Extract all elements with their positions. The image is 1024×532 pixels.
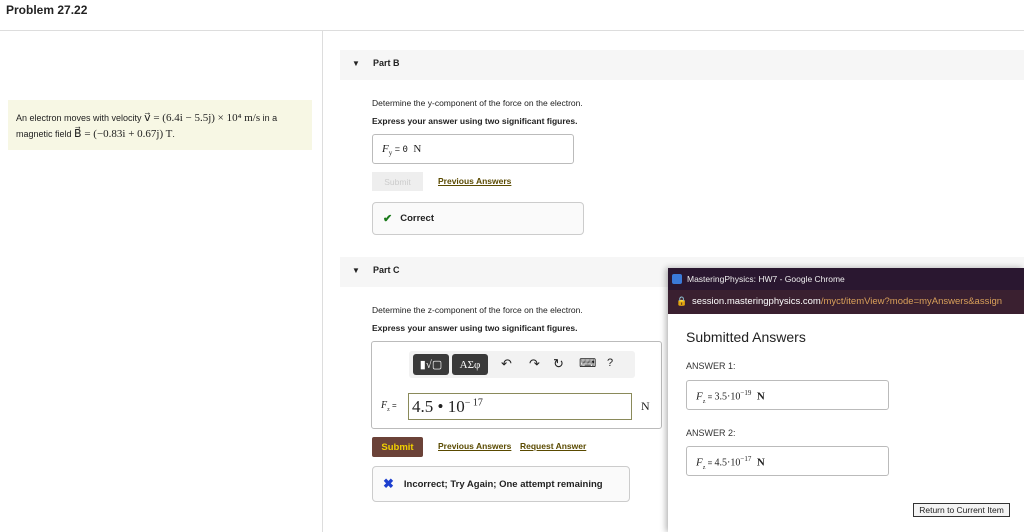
reset-icon[interactable]: ↻: [553, 356, 564, 372]
greek-symbols-button[interactable]: ΑΣφ: [452, 354, 488, 375]
part-c-label: Part C: [373, 265, 400, 275]
submitted-answers-popup: MasteringPhysics: HW7 - Google Chrome 🔒 …: [668, 268, 1024, 532]
templates-button[interactable]: ▮√▢: [413, 354, 449, 375]
url-path: /myct/itemView?mode=myAnswers&assign: [820, 296, 1003, 307]
part-c-instruction: Express your answer using two significan…: [372, 323, 578, 333]
answer-1-label: ANSWER 1:: [686, 361, 736, 371]
header-divider: [0, 30, 1024, 31]
lock-icon: 🔒: [676, 296, 688, 306]
part-b-instruction: Express your answer using two significan…: [372, 116, 578, 126]
cross-icon: ✖: [383, 476, 394, 491]
part-b-previous-answers-link[interactable]: Previous Answers: [438, 176, 511, 186]
keyboard-icon[interactable]: ⌨: [579, 356, 596, 370]
answer-value: 0: [402, 145, 408, 155]
part-c-question: Determine the z-component of the force o…: [372, 305, 583, 315]
answer-unit: N: [413, 143, 422, 155]
input-value: 4.5 • 10: [412, 397, 465, 416]
part-c-answer-input[interactable]: 4.5 • 10− 17: [408, 393, 632, 420]
popup-title-bar: MasteringPhysics: HW7 - Google Chrome: [668, 268, 1024, 290]
problem-text: in a: [260, 113, 278, 123]
url-domain: session.masteringphysics.com: [692, 296, 821, 307]
input-exponent: − 17: [464, 397, 483, 409]
answer-2-label: ANSWER 2:: [686, 428, 736, 438]
part-c-answer-area: ▮√▢ ΑΣφ ↶ ↷ ↻ ⌨ ? Fz = 4.5 • 10− 17 N: [371, 341, 662, 429]
request-answer-link[interactable]: Request Answer: [520, 441, 586, 451]
answer-exponent: −19: [740, 389, 752, 397]
part-b-label: Part B: [373, 58, 400, 68]
equals-sign: =: [389, 401, 397, 410]
answer-unit: N: [756, 390, 765, 403]
popup-window-title: MasteringPhysics: HW7 - Google Chrome: [687, 274, 845, 284]
equals-sign: =: [705, 458, 715, 468]
part-b-header[interactable]: ▼ Part B: [340, 50, 1024, 80]
part-b-submit-button[interactable]: Submit: [372, 172, 423, 191]
part-b-feedback: ✔ Correct: [372, 202, 584, 235]
equals-sign: =: [392, 144, 403, 154]
answer-mantissa: 3.5·10: [714, 391, 741, 403]
answer-unit: N: [756, 456, 765, 469]
problem-text: .: [172, 129, 175, 139]
part-b-question: Determine the y-component of the force o…: [372, 98, 583, 108]
part-c-feedback: ✖ Incorrect; Try Again; One attempt remai…: [372, 466, 630, 502]
check-icon: ✔: [383, 213, 393, 225]
answer-variable: F: [696, 390, 703, 403]
problem-title: Problem 27.22: [6, 3, 88, 17]
answer-2-box: Fz = 4.5·10−17 N: [686, 446, 889, 476]
popup-url-bar: 🔒 session.masteringphysics.com/myct/item…: [668, 290, 1024, 314]
answer-1-box: Fz = 3.5·10−19 N: [686, 380, 889, 410]
problem-text: An electron moves with velocity: [16, 113, 145, 123]
equals-sign: =: [705, 392, 715, 402]
answer-exponent: −17: [740, 455, 752, 463]
part-c-previous-answers-link[interactable]: Previous Answers: [438, 441, 511, 451]
return-to-current-item-button[interactable]: Return to Current Item: [913, 503, 1010, 517]
problem-statement: An electron moves with velocity v⃗ = (6.…: [8, 100, 312, 150]
help-icon[interactable]: ?: [607, 357, 613, 369]
redo-icon[interactable]: ↷: [529, 356, 540, 372]
popup-heading: Submitted Answers: [686, 329, 806, 345]
chrome-refresh-icon: [672, 274, 682, 284]
velocity-equation: v⃗ = (6.4i − 5.5j) × 10⁴ m/s: [144, 112, 261, 124]
feedback-text: Correct: [400, 213, 435, 224]
answer-variable: F: [382, 143, 389, 155]
column-divider: [322, 31, 323, 532]
collapse-triangle-icon[interactable]: ▼: [352, 266, 360, 275]
collapse-triangle-icon[interactable]: ▼: [352, 59, 360, 68]
answer-mantissa: 4.5·10: [714, 457, 741, 469]
answer-unit: N: [641, 399, 650, 413]
math-toolbar: ▮√▢ ΑΣφ ↶ ↷ ↻ ⌨ ?: [409, 351, 635, 378]
feedback-text: Incorrect; Try Again; One attempt remain…: [403, 478, 603, 490]
part-b-answer-box: Fy = 0 N: [372, 134, 574, 164]
part-c-submit-button[interactable]: Submit: [372, 437, 423, 457]
problem-text: magnetic field: [16, 129, 75, 139]
undo-icon[interactable]: ↶: [501, 356, 512, 372]
field-equation: B⃗ = (−0.83i + 0.67j) T: [74, 128, 173, 140]
answer-variable: F: [696, 456, 703, 469]
